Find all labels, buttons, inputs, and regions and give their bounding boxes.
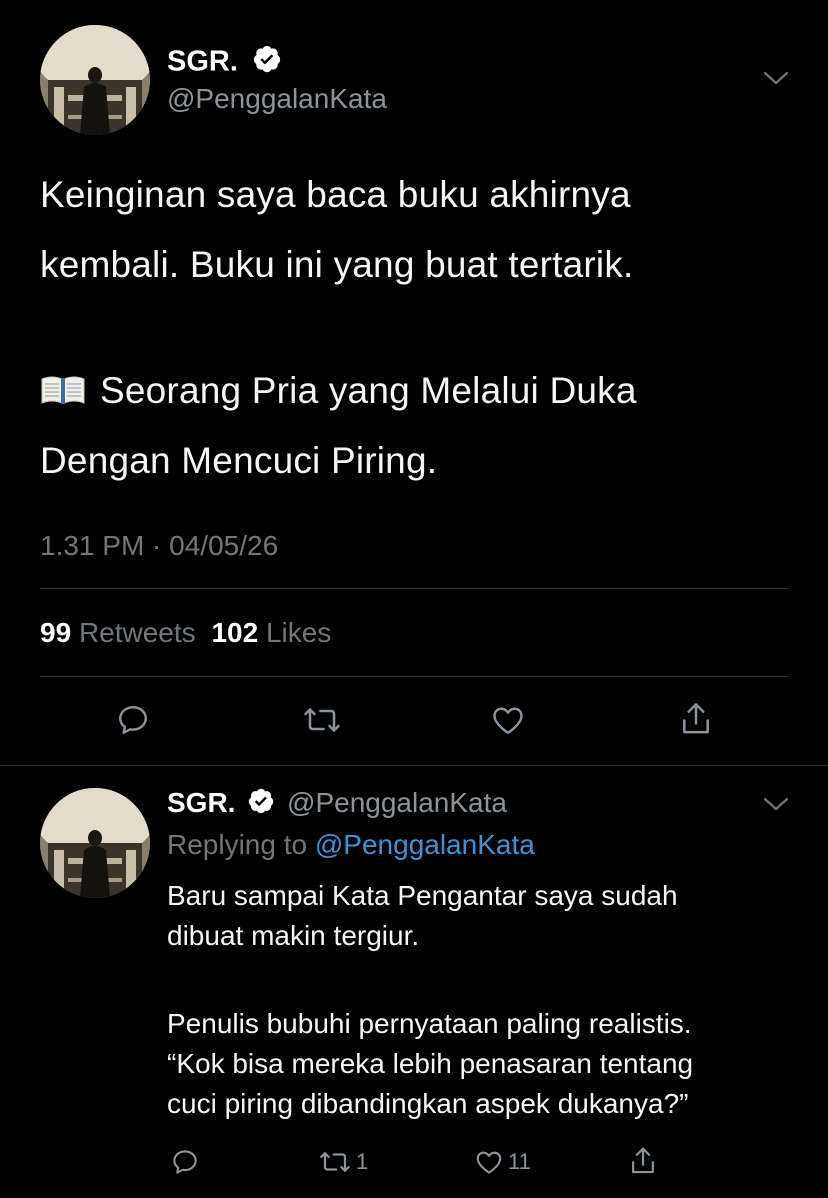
handle[interactable]: @PenggalanKata — [287, 787, 507, 818]
share-icon[interactable] — [676, 698, 716, 740]
retweet-icon — [318, 1147, 352, 1177]
retweet-button[interactable]: 1 — [318, 1144, 388, 1180]
handle[interactable]: @PenggalanKata — [167, 82, 387, 116]
engagement-stats: 99 Retweets 102 Likes — [40, 616, 331, 650]
reply-header: SGR. @PenggalanKata — [167, 786, 507, 823]
reply-text-line: cuci piring dibandingkan aspek dukanya?” — [167, 1088, 689, 1119]
chevron-down-icon[interactable] — [760, 792, 792, 816]
retweets-label[interactable]: Retweets — [79, 617, 196, 648]
verified-badge-icon — [247, 787, 275, 823]
like-button[interactable]: 11 — [474, 1144, 544, 1180]
reply-text-line: Penulis bubuhi pernyataan paling realist… — [167, 1008, 692, 1039]
display-name-text[interactable]: SGR. — [167, 787, 235, 818]
reply-text: Penulis bubuhi pernyataan paling realist… — [167, 1004, 797, 1124]
retweet-count: 1 — [356, 1149, 369, 1174]
timestamp[interactable]: 1.31 PM · 04/05/26 — [40, 529, 278, 563]
divider — [0, 765, 828, 766]
tweet-text-line: kembali. Buku ini yang buat tertarik. — [40, 244, 634, 285]
tweet-text: Keinginan saya baca buku akhirnya kembal… — [40, 160, 800, 300]
display-name-text[interactable]: SGR. — [167, 46, 238, 78]
open-book-icon — [40, 358, 86, 404]
display-name[interactable]: SGR. — [167, 44, 282, 82]
retweets-count[interactable]: 99 — [40, 617, 71, 648]
replying-to-handle[interactable]: @PenggalanKata — [315, 829, 535, 860]
tweet-text-line: Keinginan saya baca buku akhirnya — [40, 174, 631, 215]
reply-text-line: dibuat makin tergiur. — [167, 920, 420, 951]
book-title-line: Seorang Pria yang Melalui Duka — [100, 370, 637, 411]
share-icon[interactable] — [626, 1142, 660, 1180]
reply-text: Baru sampai Kata Pengantar saya sudah di… — [167, 876, 797, 956]
heart-icon — [474, 1147, 504, 1177]
avatar[interactable] — [40, 25, 150, 135]
divider — [40, 676, 788, 677]
avatar[interactable] — [40, 788, 150, 898]
verified-badge-icon — [252, 44, 282, 82]
heart-icon[interactable] — [488, 700, 528, 740]
like-count: 11 — [508, 1149, 531, 1174]
replying-to: Replying to @PenggalanKata — [167, 828, 535, 862]
reply-icon[interactable] — [167, 1144, 203, 1180]
reply-text-line: “Kok bisa mereka lebih penasaran tentang — [167, 1048, 694, 1079]
tweet-book-title: Seorang Pria yang Melalui Duka Dengan Me… — [40, 356, 800, 496]
retweet-icon[interactable] — [300, 700, 344, 740]
chevron-down-icon[interactable] — [760, 64, 792, 92]
book-title-line: Dengan Mencuci Piring. — [40, 440, 438, 481]
replying-to-label: Replying to — [167, 829, 308, 860]
tweet-text-line: Seorang Pria yang Melalui Duka — [40, 356, 800, 426]
reply-text-line: Baru sampai Kata Pengantar saya sudah — [167, 880, 678, 911]
likes-count[interactable]: 102 — [211, 617, 258, 648]
likes-label[interactable]: Likes — [266, 617, 331, 648]
divider — [40, 588, 788, 589]
reply-icon[interactable] — [113, 700, 153, 740]
